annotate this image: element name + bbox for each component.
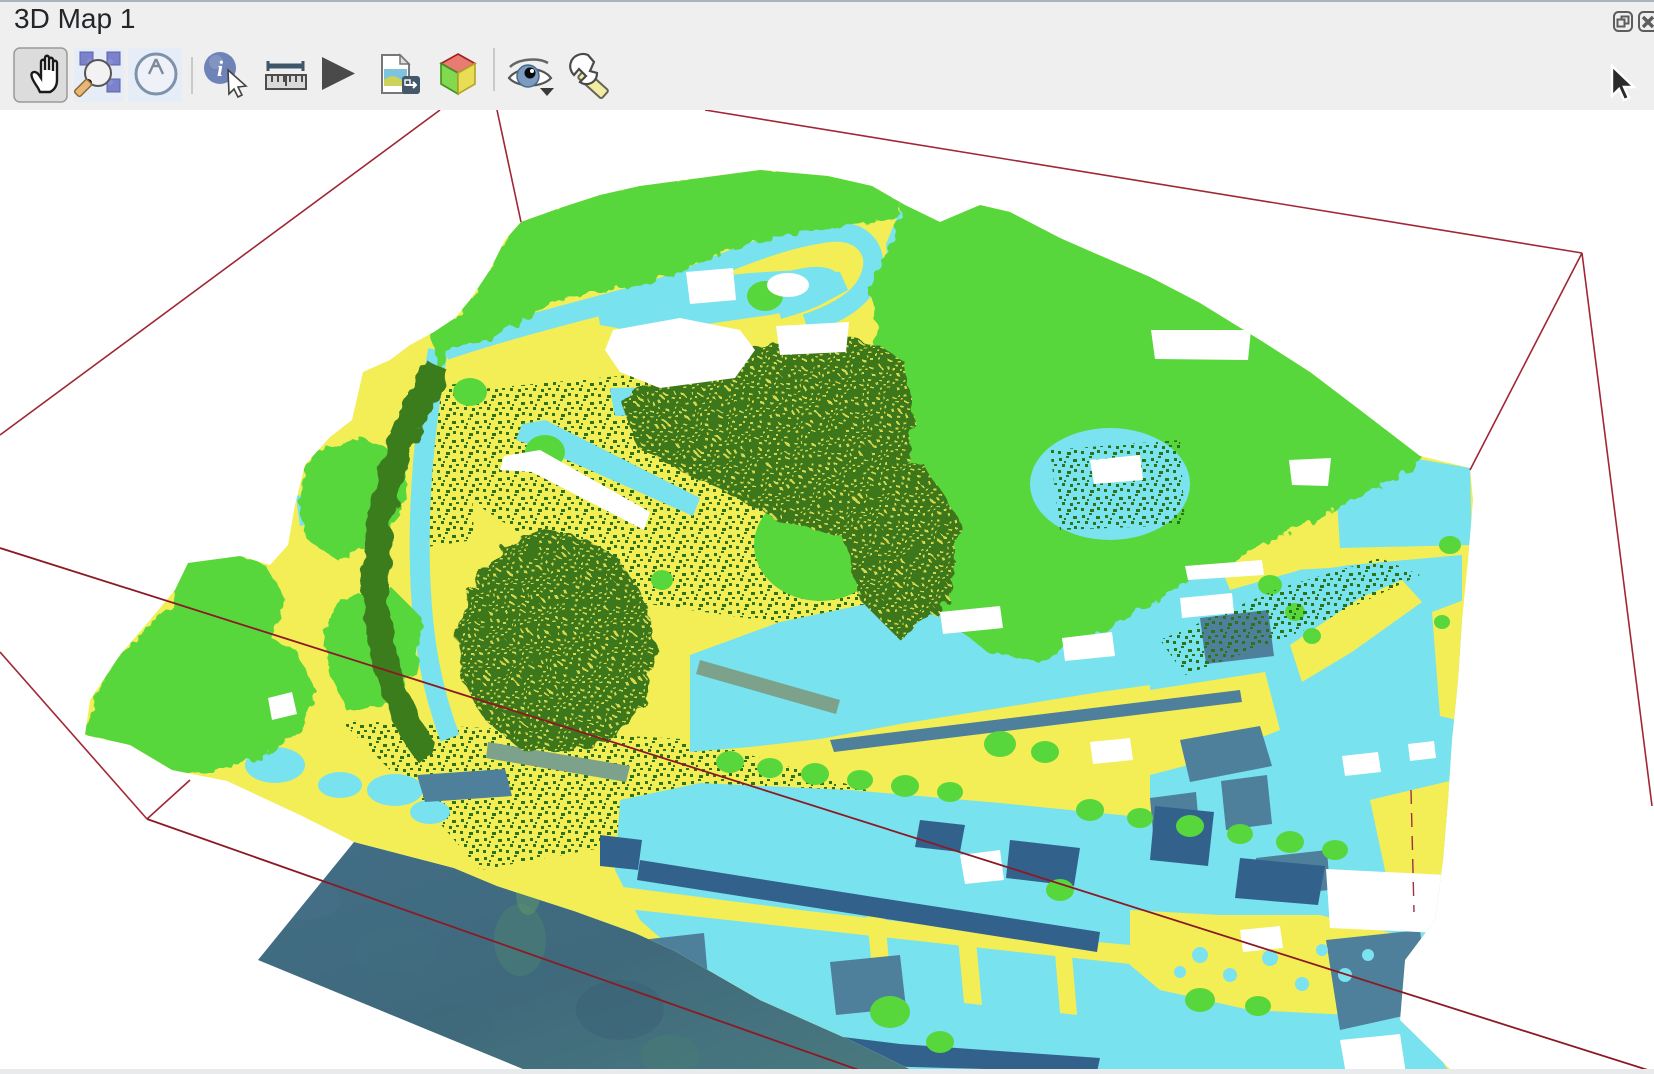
svg-text:i: i (217, 56, 224, 81)
